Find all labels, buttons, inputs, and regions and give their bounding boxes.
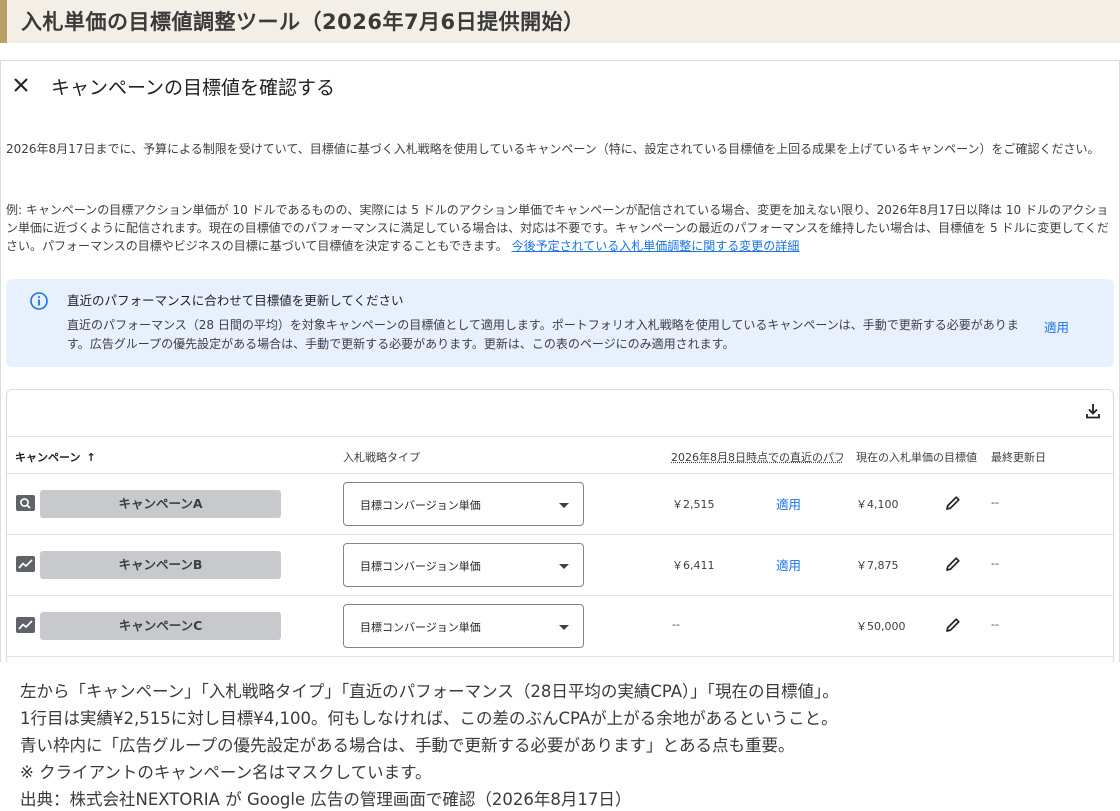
- campaign-name[interactable]: キャンペーンA: [40, 490, 281, 518]
- caption-line: 青い枠内に「広告グループの優先設定がある場合は、手動で更新する必要があります」と…: [20, 736, 795, 755]
- close-icon[interactable]: [12, 76, 30, 94]
- column-header-campaign[interactable]: キャンペーン ↑: [15, 449, 96, 465]
- last-updated-value: --: [991, 557, 999, 570]
- info-body: 直近のパフォーマンス（28 日間の平均）を対象キャンペーンの目標値として適用しま…: [67, 318, 1019, 351]
- pencil-icon[interactable]: [943, 554, 963, 574]
- info-title: 直近のパフォーマンスに合わせて目標値を更新してください: [67, 293, 404, 308]
- current-target-value: ￥4,100: [856, 498, 899, 511]
- review-targets-panel: キャンペーンの目標値を確認する 2026年8月17日までに、予算による制限を受け…: [0, 60, 1120, 662]
- column-campaign-label: キャンペーン: [15, 451, 81, 464]
- recent-performance-value: ￥6,411: [672, 559, 715, 572]
- table-row: キャンペーンB 目標コンバージョン単価 ￥6,411 適用 ￥7,875 --: [7, 535, 1113, 596]
- dropdown-arrow-icon: [559, 564, 569, 569]
- example-text: 例: キャンペーンの目標アクション単価が 10 ドルであるものの、実際には 5 …: [6, 201, 1116, 255]
- apply-button[interactable]: 適用: [776, 555, 801, 574]
- sort-up-icon: ↑: [86, 451, 96, 464]
- display-campaign-icon: [16, 617, 35, 633]
- screenshot-caption: 左から「キャンペーン」「入札戦略タイプ」「直近のパフォーマンス（28日平均の実績…: [20, 678, 1110, 811]
- last-updated-value: --: [991, 618, 999, 631]
- caption-line: 左から「キャンペーン」「入札戦略タイプ」「直近のパフォーマンス（28日平均の実績…: [20, 682, 839, 701]
- bid-strategy-value: 目標コンバージョン単価: [360, 560, 481, 573]
- table-row: キャンペーンA 目標コンバージョン単価 ￥2,515 適用 ￥4,100 --: [7, 474, 1113, 535]
- table-row: キャンペーンC 目標コンバージョン単価 -- ￥50,000 --: [7, 596, 1113, 657]
- campaign-table: キャンペーン ↑ 入札戦略タイプ 2026年8月8日時点での直近のパフ 現在の入札…: [6, 389, 1114, 662]
- column-header-strategy[interactable]: 入札戦略タイプ: [343, 449, 420, 465]
- intro-text: 2026年8月17日までに、予算による制限を受けていて、目標値に基づく入札戦略を…: [6, 142, 1100, 156]
- dropdown-arrow-icon: [559, 625, 569, 630]
- apply-button[interactable]: 適用: [776, 494, 801, 513]
- pencil-icon[interactable]: [943, 615, 963, 635]
- table-header: キャンペーン ↑ 入札戦略タイプ 2026年8月8日時点での直近のパフ 現在の入札…: [7, 436, 1113, 474]
- bid-strategy-value: 目標コンバージョン単価: [360, 499, 481, 512]
- display-campaign-icon: [16, 556, 35, 572]
- last-updated-value: --: [991, 496, 999, 509]
- apply-all-button[interactable]: 適用: [1044, 317, 1069, 336]
- column-header-performance[interactable]: 2026年8月8日時点での直近のパフ: [671, 449, 843, 465]
- info-banner: 直近のパフォーマンスに合わせて目標値を更新してください 直近のパフォーマンス（2…: [6, 279, 1114, 367]
- recent-performance-value: --: [672, 618, 680, 631]
- current-target-value: ￥50,000: [856, 620, 906, 633]
- info-icon: [30, 292, 48, 310]
- download-icon[interactable]: [1083, 401, 1103, 421]
- caption-line: 1行目は実績¥2,515に対し目標¥4,100。何もしなければ、この差のぶんCP…: [20, 709, 838, 728]
- column-header-target[interactable]: 現在の入札単価の目標値: [856, 449, 978, 465]
- bid-strategy-select[interactable]: 目標コンバージョン単価: [343, 604, 584, 648]
- current-target-value: ￥7,875: [856, 559, 899, 572]
- dropdown-arrow-icon: [559, 503, 569, 508]
- caption-line: ※ クライアントのキャンペーン名はマスクしています。: [20, 763, 432, 782]
- recent-performance-value: ￥2,515: [672, 498, 715, 511]
- bid-strategy-value: 目標コンバージョン単価: [360, 621, 481, 634]
- article-heading-bar: 入札単価の目標値調整ツール（2026年7月6日提供開始）: [0, 0, 1120, 43]
- column-header-updated[interactable]: 最終更新日: [991, 449, 1046, 465]
- details-link[interactable]: 今後予定されている入札単価調整に関する変更の詳細: [512, 239, 800, 253]
- panel-title: キャンペーンの目標値を確認する: [51, 77, 336, 99]
- search-campaign-icon: [16, 495, 35, 511]
- caption-line: 出典：株式会社NEXTORIA が Google 広告の管理画面で確認（2026…: [20, 790, 632, 809]
- bid-strategy-select[interactable]: 目標コンバージョン単価: [343, 543, 584, 587]
- campaign-name[interactable]: キャンペーンC: [40, 612, 281, 640]
- article-heading: 入札単価の目標値調整ツール（2026年7月6日提供開始）: [21, 10, 585, 34]
- bid-strategy-select[interactable]: 目標コンバージョン単価: [343, 482, 584, 526]
- campaign-name[interactable]: キャンペーンB: [40, 551, 281, 579]
- pencil-icon[interactable]: [943, 493, 963, 513]
